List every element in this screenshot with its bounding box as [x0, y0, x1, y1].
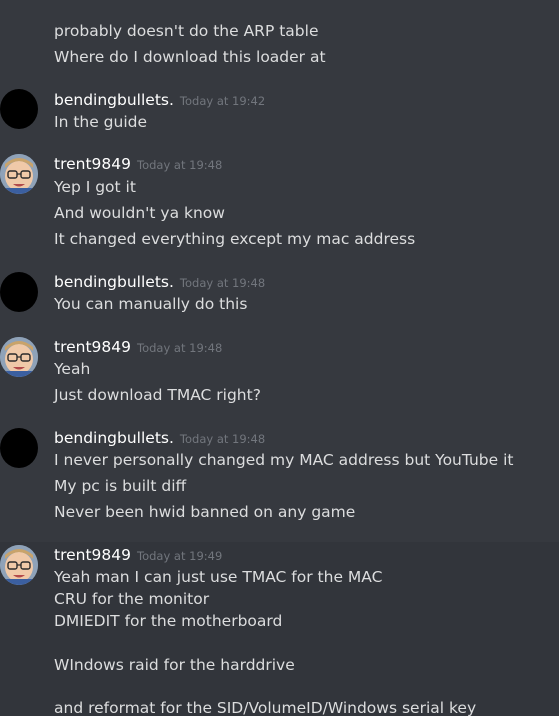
message-header: trent9849 Today at 19:48 — [54, 154, 222, 174]
message-header: bendingbullets. Today at 19:42 — [54, 90, 265, 110]
username[interactable]: bendingbullets. — [54, 429, 174, 447]
chat-messages: probably doesn't do the ARP table Where … — [0, 0, 559, 716]
message-line: and reformat for the SID/VolumeID/Window… — [54, 699, 477, 716]
timestamp: Today at 19:48 — [137, 158, 223, 172]
message-line: Yeah — [54, 360, 91, 378]
user-avatar[interactable] — [0, 337, 38, 377]
message-line: DMIEDIT for the motherboard — [54, 612, 283, 630]
timestamp: Today at 19:49 — [137, 549, 223, 563]
user-avatar[interactable] — [0, 428, 38, 468]
message-line: And wouldn't ya know — [54, 204, 225, 222]
username[interactable]: trent9849 — [54, 155, 131, 173]
message-line: Never been hwid banned on any game — [54, 503, 356, 521]
timestamp: Today at 19:48 — [179, 276, 266, 290]
message-line: Yeah man I can just use TMAC for the MAC — [54, 568, 383, 586]
message-line: My pc is built diff — [54, 477, 187, 495]
timestamp: Today at 19:48 — [179, 432, 266, 446]
timestamp: Today at 19:48 — [137, 341, 223, 355]
child-photo-avatar-icon — [0, 337, 38, 377]
message-line: WIndows raid for the harddrive — [54, 656, 295, 674]
message-line: probably doesn't do the ARP table — [54, 22, 319, 40]
username[interactable]: bendingbullets. — [54, 273, 174, 291]
user-avatar[interactable] — [0, 89, 38, 129]
child-photo-avatar-icon — [0, 154, 38, 194]
message-header: bendingbullets. Today at 19:48 — [54, 428, 265, 448]
username[interactable]: trent9849 — [54, 338, 131, 356]
message-line: You can manually do this — [54, 295, 248, 313]
user-avatar[interactable] — [0, 272, 38, 312]
username[interactable]: bendingbullets. — [54, 91, 174, 109]
message-line: Just download TMAC right? — [54, 386, 261, 404]
child-photo-avatar-icon — [0, 545, 38, 585]
user-avatar[interactable] — [0, 545, 38, 585]
timestamp: Today at 19:42 — [179, 94, 266, 108]
message-header: trent9849 Today at 19:49 — [54, 545, 222, 565]
username[interactable]: trent9849 — [54, 546, 131, 564]
message-line: It changed everything except my mac addr… — [54, 230, 416, 248]
message-header: bendingbullets. Today at 19:48 — [54, 272, 265, 292]
message-line: Yep I got it — [54, 178, 136, 196]
message-line: CRU for the monitor — [54, 590, 210, 608]
message-line: I never personally changed my MAC addres… — [54, 451, 514, 469]
user-avatar[interactable] — [0, 154, 38, 194]
message-line: In the guide — [54, 113, 148, 131]
message-line: Where do I download this loader at — [54, 48, 326, 66]
message-header: trent9849 Today at 19:48 — [54, 337, 222, 357]
